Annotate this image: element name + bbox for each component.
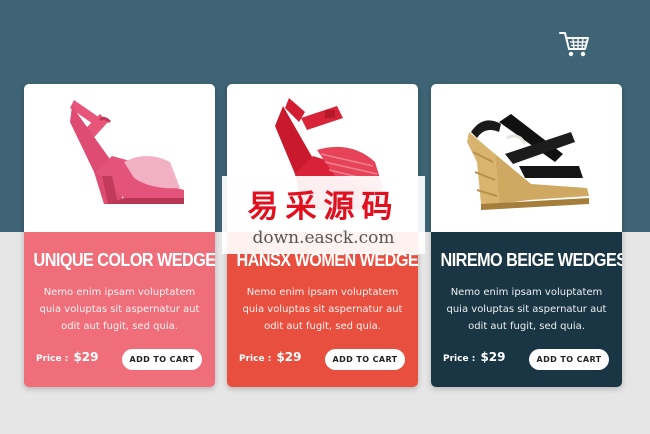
watermark-chinese-text: 易采源码	[247, 189, 400, 225]
pink-wedge-sandal-image	[70, 100, 184, 204]
black-beige-wedge-sandal-image	[467, 114, 589, 210]
price: Price : $29	[443, 350, 506, 364]
shopping-cart-icon[interactable]	[558, 30, 590, 58]
watermark: 易采源码 down.easck.com	[222, 176, 425, 254]
price-value: $29	[276, 350, 302, 364]
product-title: NIREMO BEIGE WEDGES	[440, 250, 622, 270]
watermark-url: down.easck.com	[252, 228, 395, 248]
product-image[interactable]	[24, 84, 215, 232]
add-to-cart-button[interactable]: ADD TO CART	[325, 349, 405, 370]
price-label: Price :	[36, 354, 69, 364]
card-body: UNIQUE COLOR WEDGES Nemo enim ipsam volu…	[24, 232, 215, 387]
product-card: NIREMO BEIGE WEDGES Nemo enim ipsam volu…	[431, 84, 622, 387]
price-value: $29	[480, 350, 506, 364]
price: Price : $29	[239, 350, 302, 364]
price: Price : $29	[36, 350, 99, 364]
product-description: Nemo enim ipsam voluptatem quia voluptas…	[446, 287, 607, 332]
product-title: UNIQUE COLOR WEDGES	[33, 250, 215, 270]
product-image[interactable]	[431, 84, 622, 232]
product-description: Nemo enim ipsam voluptatem quia voluptas…	[39, 287, 200, 332]
price-label: Price :	[239, 354, 272, 364]
add-to-cart-button[interactable]: ADD TO CART	[529, 349, 609, 370]
add-to-cart-button[interactable]: ADD TO CART	[122, 349, 202, 370]
price-value: $29	[73, 350, 99, 364]
price-label: Price :	[443, 354, 476, 364]
card-body: NIREMO BEIGE WEDGES Nemo enim ipsam volu…	[431, 232, 622, 387]
product-description: Nemo enim ipsam voluptatem quia voluptas…	[242, 287, 403, 332]
card-body: HANSX WOMEN WEDGES Nemo enim ipsam volup…	[227, 232, 418, 387]
product-card: UNIQUE COLOR WEDGES Nemo enim ipsam volu…	[24, 84, 215, 387]
